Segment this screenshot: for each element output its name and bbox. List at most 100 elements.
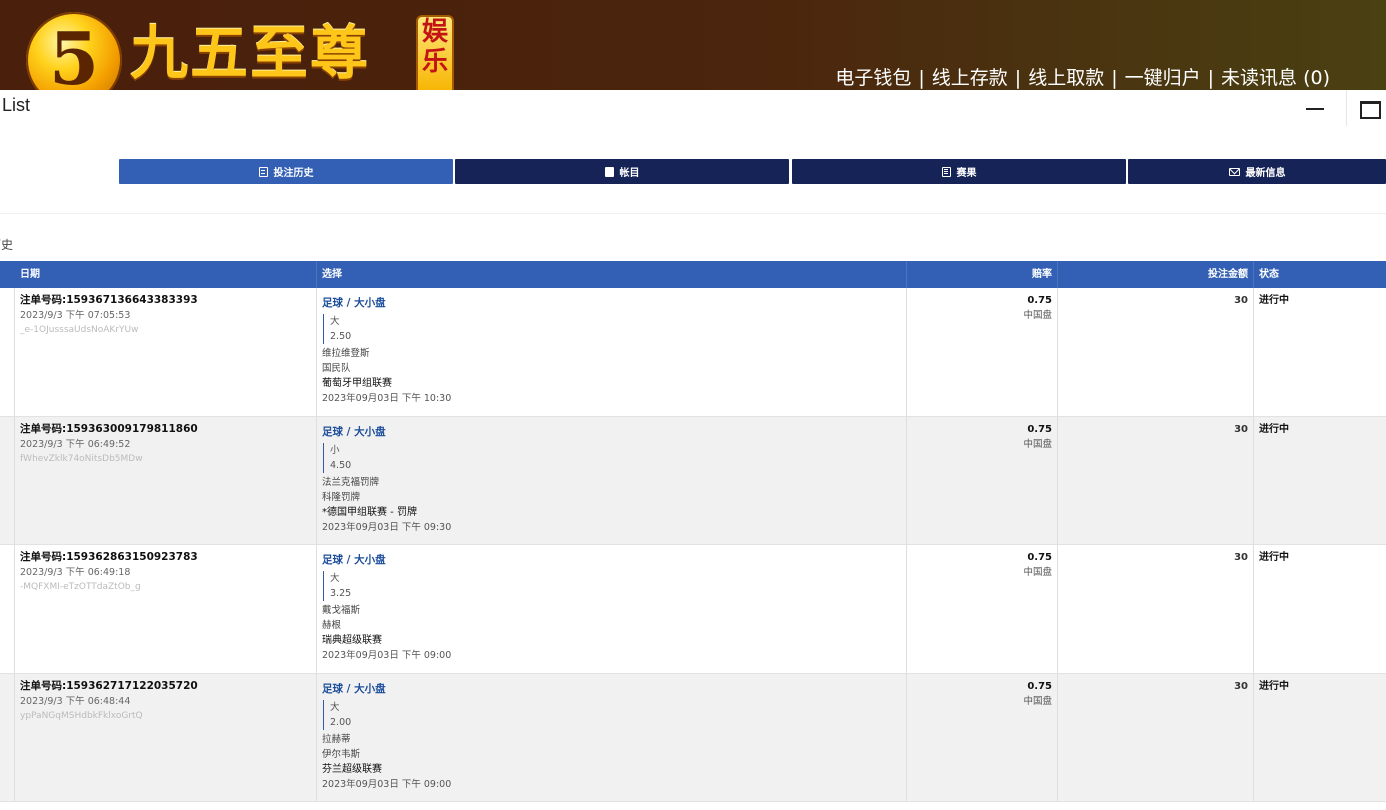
nav-e-wallet[interactable]: 电子钱包	[835, 67, 911, 89]
bet-number: 注单号码:159362717122035720	[20, 679, 198, 692]
league-name: 葡萄牙甲组联赛	[322, 378, 392, 389]
row-divider	[1057, 673, 1058, 801]
market-name: 足球 / 大小盘	[322, 554, 386, 566]
brand-name: 九五至尊	[130, 19, 371, 87]
divider	[0, 213, 1386, 214]
odds-type: 中国盘	[1023, 310, 1052, 321]
tab-account[interactable]: 帐目	[455, 159, 789, 184]
pick-side: 大	[330, 701, 340, 713]
bet-number: 注单号码:159367136643383393	[20, 294, 198, 306]
pick-block: 小 4.50	[323, 442, 892, 473]
column-divider	[1057, 261, 1058, 288]
brand-badge: 娱乐	[416, 15, 454, 90]
date-cell: 注单号码:159362717122035720 2023/9/3 下午 06:4…	[20, 679, 310, 724]
bet-time: 2023/9/3 下午 06:48:44	[20, 695, 131, 707]
status-cell: 进行中	[1259, 423, 1289, 435]
bet-number: 注单号码:159363009179811860	[20, 422, 198, 435]
stake-cell: 30	[1234, 680, 1248, 692]
table-row: 注单号码:159362717122035720 2023/9/3 下午 06:4…	[0, 673, 1386, 802]
results-icon	[941, 166, 951, 177]
home-team: 戴戈福斯	[322, 605, 361, 616]
league-name: 芬兰超级联赛	[322, 763, 382, 775]
bet-time: 2023/9/3 下午 06:49:52	[20, 438, 131, 450]
nav-online-deposit[interactable]: 线上存款	[932, 67, 1008, 89]
column-divider	[906, 261, 907, 288]
selection-cell: 足球 / 大小盘 小 4.50 法兰克福罚牌 科隆罚牌 *德国甲组联赛 - 罚牌…	[322, 425, 892, 535]
column-divider	[316, 261, 317, 288]
row-divider	[316, 545, 317, 673]
kickoff-time: 2023年09月03日 下午 10:30	[322, 393, 452, 404]
nav-online-withdraw[interactable]: 线上取款	[1028, 67, 1104, 89]
bet-number: 注单号码:159362863150923783	[20, 551, 198, 563]
bet-reference: ypPaNGqMSHdbkFklxoGrtQ	[20, 710, 143, 721]
table-row: 注单号码:159362863150923783 2023/9/3 下午 06:4…	[0, 545, 1386, 674]
row-divider	[14, 416, 15, 544]
window-title: List	[2, 95, 31, 115]
league-name: 瑞典超级联赛	[322, 635, 382, 646]
selection-cell: 足球 / 大小盘 大 3.25 戴戈福斯 赫根 瑞典超级联赛 2023年09月0…	[322, 553, 892, 663]
row-divider	[906, 416, 907, 544]
table-header: 日期 选择 赔率 投注金额 状态	[0, 261, 1386, 288]
nav-separator: |	[1207, 67, 1215, 89]
bet-time: 2023/9/3 下午 07:05:53	[20, 310, 131, 321]
tab-label: 赛果	[956, 168, 977, 179]
tab-bet-history[interactable]: 投注历史	[119, 159, 453, 184]
maximize-button[interactable]	[1346, 90, 1386, 126]
bet-reference: _e-1OJusssaUdsNoAKrYUw	[20, 325, 139, 335]
odds-cell: 0.75 中国盘	[912, 293, 1052, 323]
section-title: 历史	[0, 238, 14, 252]
odds-type: 中国盘	[1023, 567, 1052, 578]
market-name: 足球 / 大小盘	[322, 425, 386, 438]
pick-side: 大	[330, 573, 340, 584]
odds-value: 0.75	[1027, 295, 1052, 306]
away-team: 科隆罚牌	[322, 491, 361, 503]
pick-line: 3.25	[330, 588, 352, 599]
stake-cell: 30	[1234, 295, 1248, 306]
tab-latest-info[interactable]: 最新信息	[1128, 159, 1386, 184]
selection-cell: 足球 / 大小盘 大 2.00 拉赫蒂 伊尔韦斯 芬兰超级联赛 2023年09月…	[322, 682, 892, 792]
site-header: 5 九五至尊 娱乐 电子钱包 | 线上存款 | 线上取款 | 一键归户 | 未读讯息 (0)	[0, 0, 1386, 90]
bet-time: 2023/9/3 下午 06:49:18	[20, 567, 131, 578]
status-cell: 进行中	[1259, 295, 1289, 306]
kickoff-time: 2023年09月03日 下午 09:00	[322, 778, 452, 790]
stake-cell: 30	[1234, 423, 1248, 435]
table-row: 注单号码:159363009179811860 2023/9/3 下午 06:4…	[0, 416, 1386, 545]
pick-side: 大	[330, 316, 340, 327]
window-title-bar: List	[0, 90, 1386, 126]
document-icon	[258, 166, 268, 177]
status-cell: 进行中	[1259, 680, 1289, 692]
pick-line: 2.50	[330, 331, 352, 342]
nav-separator: |	[1111, 67, 1118, 89]
tab-label: 投注历史	[273, 168, 314, 179]
nav-separator: |	[918, 67, 925, 89]
away-team: 伊尔韦斯	[322, 748, 361, 760]
column-divider	[1253, 261, 1254, 288]
kickoff-time: 2023年09月03日 下午 09:00	[322, 650, 452, 661]
pick-line: 2.00	[330, 716, 352, 728]
home-team: 拉赫蒂	[322, 733, 351, 745]
envelope-icon	[1228, 167, 1240, 176]
nav-unread-messages[interactable]: 未读讯息 (0)	[1221, 67, 1330, 89]
tab-results[interactable]: 赛果	[792, 159, 1126, 184]
league-name: *德国甲组联赛 - 罚牌	[322, 506, 417, 518]
kickoff-time: 2023年09月03日 下午 09:30	[322, 521, 452, 533]
top-nav: 电子钱包 | 线上存款 | 线上取款 | 一键归户 | 未读讯息 (0)	[835, 66, 1330, 90]
col-header-status: 状态	[1259, 269, 1279, 280]
row-divider	[316, 416, 317, 544]
row-divider	[316, 673, 317, 801]
market-name: 足球 / 大小盘	[322, 682, 386, 695]
odds-type: 中国盘	[1023, 438, 1052, 450]
date-cell: 注单号码:159363009179811860 2023/9/3 下午 06:4…	[20, 422, 310, 467]
col-header-selection: 选择	[322, 269, 342, 280]
row-divider	[906, 673, 907, 801]
market-name: 足球 / 大小盘	[322, 297, 386, 309]
nav-one-click-transfer[interactable]: 一键归户	[1125, 67, 1201, 89]
home-team: 法兰克福罚牌	[322, 476, 380, 488]
away-team: 国民队	[322, 363, 351, 374]
row-divider	[1057, 288, 1058, 416]
row-divider	[14, 673, 15, 801]
minimize-button[interactable]	[1294, 90, 1338, 126]
odds-type: 中国盘	[1023, 695, 1052, 707]
row-divider	[1057, 416, 1058, 544]
bet-reference: fWhevZklk74oNitsDb5MDw	[20, 453, 143, 464]
